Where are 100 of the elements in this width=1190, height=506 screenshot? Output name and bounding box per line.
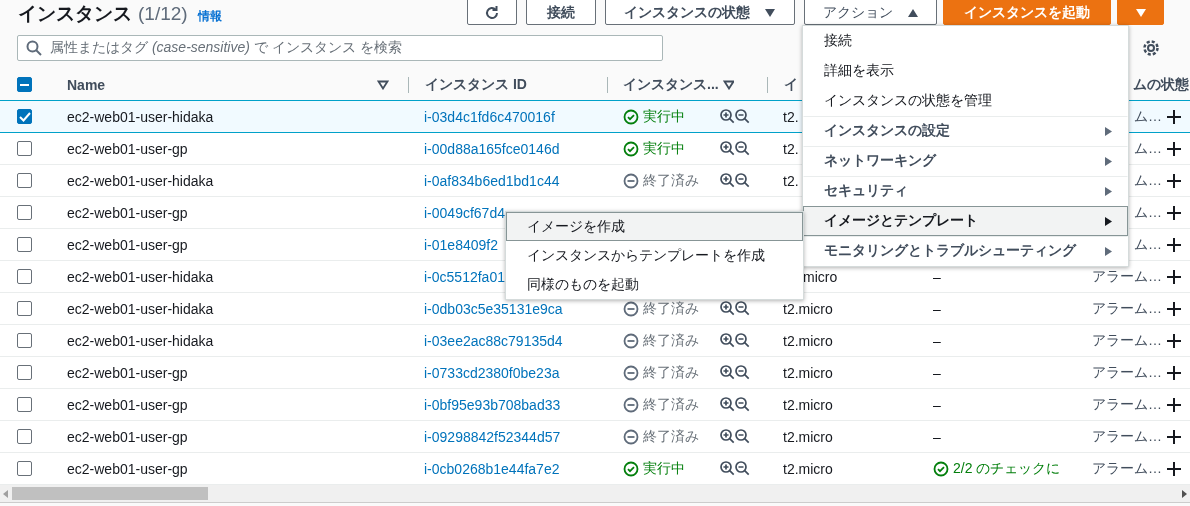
horizontal-scrollbar[interactable]: [0, 485, 1190, 503]
instance-name: ec2-web01-user-gp: [67, 428, 188, 445]
zoom-out-icon[interactable]: [735, 397, 750, 412]
zoom-out-icon[interactable]: [735, 141, 750, 156]
alarm-status: ム…: [1134, 235, 1162, 254]
zoom-in-icon[interactable]: [720, 301, 735, 316]
zoom-in-icon[interactable]: [720, 173, 735, 188]
settings-icon[interactable]: [1142, 38, 1160, 57]
menu-item[interactable]: 同様のものを起動: [506, 270, 803, 299]
instance-name: ec2-web01-user-hidaka: [67, 108, 214, 125]
instance-type: t2.micro: [783, 428, 833, 445]
instance-name: ec2-web01-user-gp: [67, 236, 188, 253]
menu-item[interactable]: 詳細を表示: [803, 56, 1128, 86]
add-icon[interactable]: [1166, 204, 1182, 221]
menu-item[interactable]: ネットワーキング: [803, 146, 1128, 176]
row-checkbox[interactable]: [17, 269, 32, 284]
submenu-arrow-icon: [1104, 155, 1113, 167]
row-checkbox[interactable]: [17, 237, 32, 252]
search-field[interactable]: 属性またはタグ (case-sensitive) で インスタンス を検索: [17, 34, 663, 61]
submenu-arrow-icon: [1104, 245, 1113, 257]
menu-item[interactable]: 接続: [803, 26, 1128, 56]
instance-id-link[interactable]: i-0c5512fa01: [424, 268, 505, 285]
instance-id-link[interactable]: i-01e8409f2: [424, 236, 498, 253]
sort-icon[interactable]: [722, 79, 734, 90]
instance-type: t2.micro: [783, 332, 833, 349]
add-icon[interactable]: [1166, 268, 1182, 285]
row-checkbox[interactable]: [17, 461, 32, 476]
launch-options-button[interactable]: [1117, 0, 1164, 25]
instance-id-link[interactable]: i-03d4c1fd6c470016f: [424, 108, 555, 125]
select-all-checkbox[interactable]: [17, 77, 32, 92]
instance-id-link[interactable]: i-03ee2ac88c79135d4: [424, 332, 563, 349]
instance-state: 終了済み: [643, 363, 699, 382]
row-checkbox[interactable]: [17, 109, 32, 124]
zoom-out-icon[interactable]: [735, 109, 750, 124]
row-checkbox[interactable]: [17, 333, 32, 348]
zoom-in-icon[interactable]: [720, 397, 735, 412]
column-header[interactable]: インスタンス...: [623, 75, 719, 94]
column-header[interactable]: Name: [67, 76, 106, 93]
zoom-out-icon[interactable]: [735, 365, 750, 380]
zoom-in-icon[interactable]: [720, 461, 735, 476]
alarm-status: ム…: [1134, 171, 1162, 190]
zoom-out-icon[interactable]: [735, 301, 750, 316]
row-checkbox[interactable]: [17, 301, 32, 316]
add-icon[interactable]: [1166, 108, 1182, 125]
instance-id-link[interactable]: i-0db03c5e35131e9ca: [424, 300, 563, 317]
instance-id-link[interactable]: i-09298842f52344d57: [424, 428, 561, 445]
menu-item[interactable]: インスタンスからテンプレートを作成: [506, 241, 803, 270]
menu-item[interactable]: イメージを作成: [506, 212, 803, 241]
instance-name: ec2-web01-user-hidaka: [67, 300, 214, 317]
row-checkbox[interactable]: [17, 397, 32, 412]
search-icon: [26, 39, 42, 56]
alarm-status: アラーム…: [1092, 299, 1162, 318]
instance-id-link[interactable]: i-00d88a165fce0146d: [424, 140, 560, 157]
add-icon[interactable]: [1166, 236, 1182, 253]
add-icon[interactable]: [1166, 140, 1182, 157]
submenu-arrow-icon: [1104, 185, 1113, 197]
row-checkbox[interactable]: [17, 205, 32, 220]
zoom-in-icon[interactable]: [720, 429, 735, 444]
zoom-in-icon[interactable]: [720, 141, 735, 156]
menu-item[interactable]: インスタンスの設定: [803, 116, 1128, 146]
alarm-status: アラーム…: [1092, 331, 1162, 350]
column-header[interactable]: イ: [784, 75, 798, 94]
add-icon[interactable]: [1166, 428, 1182, 445]
instance-type: t2.: [783, 172, 799, 189]
scroll-right-icon[interactable]: [1180, 489, 1188, 498]
column-header[interactable]: インスタンス ID: [425, 75, 527, 94]
zoom-out-icon[interactable]: [735, 333, 750, 348]
row-checkbox[interactable]: [17, 141, 32, 156]
row-checkbox[interactable]: [17, 173, 32, 188]
zoom-out-icon[interactable]: [735, 173, 750, 188]
add-icon[interactable]: [1166, 172, 1182, 189]
instance-id-link[interactable]: i-0af834b6ed1bd1c44: [424, 172, 560, 189]
add-icon[interactable]: [1166, 396, 1182, 413]
zoom-out-icon[interactable]: [735, 429, 750, 444]
instance-name: ec2-web01-user-gp: [67, 396, 188, 413]
instance-id-link[interactable]: i-0bf95e93b708bad33: [424, 396, 561, 413]
instance-id-link[interactable]: i-0cb0268b1e44fa7e2: [424, 460, 560, 477]
instance-id-link[interactable]: i-0733cd2380f0be23a: [424, 364, 560, 381]
instance-name: ec2-web01-user-gp: [67, 364, 188, 381]
caret-up-icon: [906, 7, 919, 18]
zoom-in-icon[interactable]: [720, 109, 735, 124]
connect-button[interactable]: 接続: [526, 0, 596, 25]
add-icon[interactable]: [1166, 460, 1182, 477]
column-header[interactable]: ムの状態: [1133, 75, 1189, 94]
instance-id-link[interactable]: i-0049cf67d4: [424, 204, 505, 221]
row-checkbox[interactable]: [17, 429, 32, 444]
zoom-in-icon[interactable]: [720, 365, 735, 380]
sort-icon[interactable]: [377, 79, 389, 90]
dropdown-button[interactable]: インスタンスの状態: [605, 0, 795, 25]
add-icon[interactable]: [1166, 332, 1182, 349]
dropdown-button[interactable]: アクション: [804, 0, 937, 25]
add-icon[interactable]: [1166, 300, 1182, 317]
menu-item[interactable]: イメージとテンプレート: [803, 206, 1128, 236]
zoom-out-icon[interactable]: [735, 461, 750, 476]
info-link[interactable]: 情報: [197, 8, 222, 25]
add-icon[interactable]: [1166, 364, 1182, 381]
menu-item[interactable]: インスタンスの状態を管理: [803, 86, 1128, 116]
row-checkbox[interactable]: [17, 365, 32, 380]
zoom-in-icon[interactable]: [720, 333, 735, 348]
refresh-button[interactable]: [467, 0, 517, 25]
